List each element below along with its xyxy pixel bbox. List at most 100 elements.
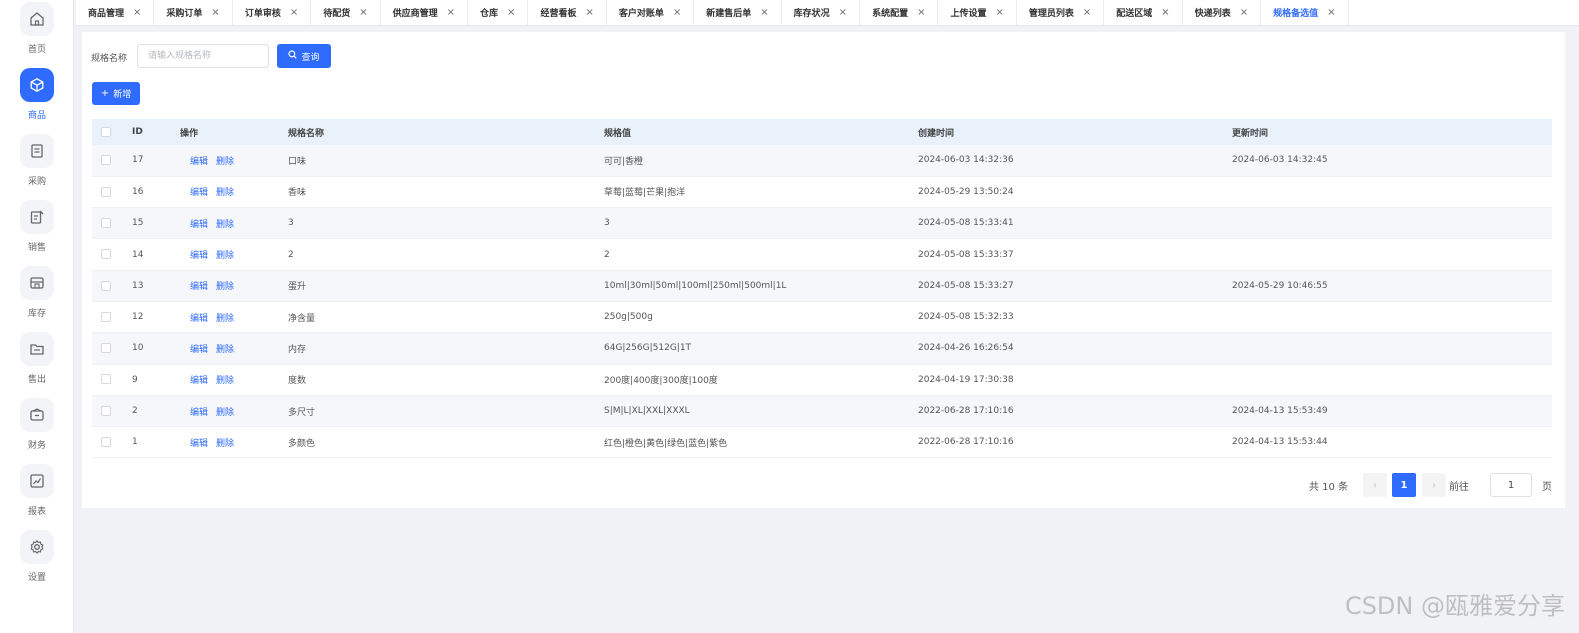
delete-link[interactable]: 删除 [216, 251, 234, 261]
sidebar-item-wallet[interactable]: 财务 [0, 398, 74, 451]
delete-link[interactable]: 删除 [216, 188, 234, 198]
row-checkbox[interactable] [101, 217, 111, 228]
cell-created: 2024-05-08 15:33:27 [918, 270, 1232, 302]
page-unit-label: 页 [1542, 482, 1552, 493]
tab-7[interactable]: 客户对账单 × [607, 0, 695, 26]
tab-4[interactable]: 供应商管理 × [381, 0, 469, 26]
cell-id: 10 [132, 332, 180, 365]
edit-link[interactable]: 编辑 [190, 251, 208, 261]
edit-link[interactable]: 编辑 [190, 376, 208, 386]
sidebar-item-chart[interactable]: 报表 [0, 464, 74, 517]
cell-created: 2024-05-08 15:33:37 [918, 238, 1232, 271]
sidebar-item-list[interactable]: 采购 [0, 134, 74, 187]
row-checkbox[interactable] [101, 249, 111, 260]
delete-link[interactable]: 删除 [216, 345, 234, 355]
row-select-cell [92, 395, 132, 428]
close-icon[interactable]: × [1083, 7, 1091, 18]
cell-updated [1232, 207, 1552, 240]
tab-1[interactable]: 采购订单 × [154, 0, 233, 26]
row-checkbox[interactable] [101, 343, 111, 354]
page-1-button[interactable]: 1 [1392, 473, 1416, 497]
sidebar-item-home[interactable]: 首页 [0, 2, 74, 55]
close-icon[interactable]: × [1240, 7, 1248, 18]
tab-14[interactable]: 快递列表 × [1183, 0, 1262, 26]
tab-6[interactable]: 经营看板 × [528, 0, 607, 26]
tab-0[interactable]: 商品管理 × [76, 0, 155, 26]
row-select-cell [92, 364, 132, 396]
tab-3[interactable]: 待配货 × [311, 0, 381, 26]
tab-10[interactable]: 系统配置 × [860, 0, 939, 26]
store-icon [20, 266, 54, 300]
tab-8[interactable]: 新建售后单 × [694, 0, 782, 26]
prev-page-button[interactable]: ‹ [1363, 473, 1387, 497]
cell-created: 2024-04-26 16:26:54 [918, 332, 1232, 365]
edit-link[interactable]: 编辑 [190, 345, 208, 355]
row-checkbox[interactable] [101, 405, 111, 416]
close-icon[interactable]: × [211, 7, 219, 18]
close-icon[interactable]: × [760, 7, 768, 18]
delete-link[interactable]: 删除 [216, 408, 234, 418]
edit-link[interactable]: 编辑 [190, 439, 208, 449]
close-icon[interactable]: × [447, 7, 455, 18]
table-row: 1 编辑 删除 多颜色 红色|橙色|黄色|绿色|蓝色|紫色 2022-06-28 17:1… [92, 426, 1552, 459]
close-icon[interactable]: × [673, 7, 681, 18]
spec-name-search-input[interactable] [137, 44, 269, 68]
search-button[interactable]: 查询 [277, 44, 331, 68]
row-checkbox[interactable] [101, 186, 111, 197]
goto-page-input[interactable] [1490, 473, 1532, 497]
edit-link[interactable]: 编辑 [190, 408, 208, 418]
close-icon[interactable]: × [1327, 7, 1335, 18]
sidebar-item-cube[interactable]: 商品 [0, 68, 74, 121]
row-checkbox[interactable] [101, 437, 111, 448]
row-checkbox[interactable] [101, 280, 111, 291]
sidebar-item-gear[interactable]: 设置 [0, 530, 74, 583]
tab-9[interactable]: 库存状况 × [782, 0, 861, 26]
sidebar-item-edit[interactable]: 销售 [0, 200, 74, 253]
home-icon [20, 2, 54, 36]
cell-spec-name: 多尺寸 [288, 395, 604, 428]
close-icon[interactable]: × [839, 7, 847, 18]
close-icon[interactable]: × [507, 7, 515, 18]
close-icon[interactable]: × [995, 7, 1003, 18]
edit-link[interactable]: 编辑 [190, 188, 208, 198]
list-icon [20, 134, 54, 168]
tab-label: 快递列表 [1194, 9, 1231, 19]
sidebar-item-store[interactable]: 库存 [0, 266, 74, 319]
tab-11[interactable]: 上传设置 × [938, 0, 1017, 26]
add-button[interactable]: + 新增 [92, 82, 140, 105]
close-icon[interactable]: × [359, 7, 367, 18]
select-all-checkbox[interactable] [101, 126, 111, 137]
cell-actions: 编辑 删除 [180, 270, 288, 302]
close-icon[interactable]: × [133, 7, 141, 18]
tab-15[interactable]: 规格备选值 × [1261, 0, 1349, 26]
edit-link[interactable]: 编辑 [190, 282, 208, 292]
edit-link[interactable]: 编辑 [190, 314, 208, 324]
tab-5[interactable]: 仓库 × [468, 0, 529, 26]
close-icon[interactable]: × [290, 7, 298, 18]
delete-link[interactable]: 删除 [216, 314, 234, 324]
tab-label: 商品管理 [88, 9, 125, 19]
sidebar-item-folder[interactable]: 售出 [0, 332, 74, 385]
next-page-button[interactable]: › [1422, 473, 1446, 497]
edit-link[interactable]: 编辑 [190, 220, 208, 230]
row-checkbox[interactable] [101, 155, 111, 166]
row-checkbox[interactable] [101, 311, 111, 322]
close-icon[interactable]: × [585, 7, 593, 18]
cell-updated [1232, 332, 1552, 365]
tab-2[interactable]: 订单审核 × [233, 0, 312, 26]
delete-link[interactable]: 删除 [216, 376, 234, 386]
delete-link[interactable]: 删除 [216, 220, 234, 230]
row-checkbox[interactable] [101, 374, 111, 385]
tab-label: 待配货 [323, 9, 351, 19]
tab-12[interactable]: 管理员列表 × [1017, 0, 1105, 26]
edit-link[interactable]: 编辑 [190, 157, 208, 167]
tab-13[interactable]: 配送区域 × [1104, 0, 1183, 26]
close-icon[interactable]: × [1161, 7, 1169, 18]
cell-spec-value: 64G|256G|512G|1T [604, 332, 918, 365]
delete-link[interactable]: 删除 [216, 157, 234, 167]
delete-link[interactable]: 删除 [216, 282, 234, 292]
delete-link[interactable]: 删除 [216, 439, 234, 449]
close-icon[interactable]: × [917, 7, 925, 18]
row-select-cell [92, 301, 132, 334]
col-header-spec-value: 规格值 [604, 119, 918, 145]
